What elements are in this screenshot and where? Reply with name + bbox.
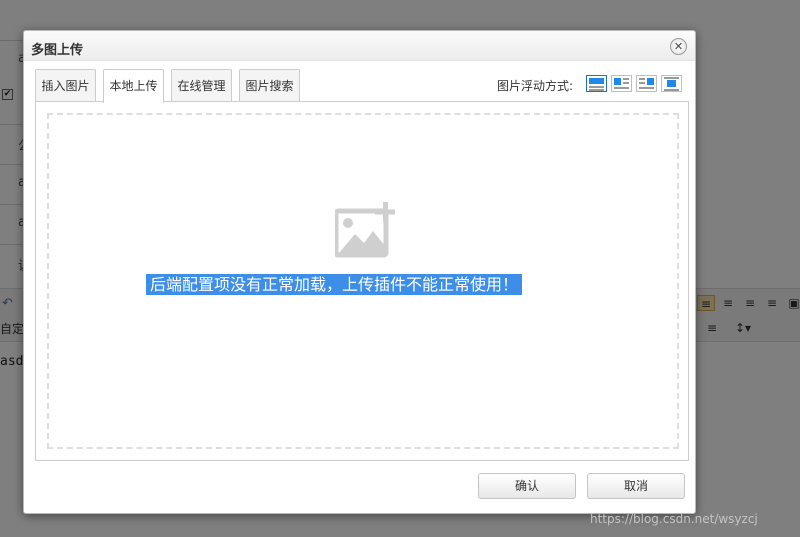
tab-image-search[interactable]: 图片搜索 — [239, 69, 300, 102]
dialog-titlebar[interactable]: 多图上传 ✕ — [24, 31, 695, 61]
tab-online-manage[interactable]: 在线管理 — [171, 69, 232, 102]
close-icon[interactable]: ✕ — [670, 38, 687, 55]
tab-local-upload[interactable]: 本地上传 — [103, 69, 164, 103]
upload-dropzone[interactable]: 后端配置项没有正常加载，上传插件不能正常使用！ — [47, 113, 679, 449]
backend-config-error-message: 后端配置项没有正常加载，上传插件不能正常使用！ — [146, 274, 523, 295]
float-left-icon[interactable] — [611, 75, 632, 92]
watermark: https://blog.csdn.net/wsyzcj — [590, 512, 758, 526]
image-float-label: 图片浮动方式: — [497, 79, 574, 93]
float-right-icon[interactable] — [636, 75, 657, 92]
add-image-icon — [335, 202, 395, 258]
tab-insert-image[interactable]: 插入图片 — [35, 69, 96, 102]
upload-panel: 后端配置项没有正常加载，上传插件不能正常使用！ — [35, 101, 689, 461]
cancel-button[interactable]: 取消 — [587, 473, 685, 499]
multi-image-upload-dialog: 多图上传 ✕ 插入图片 本地上传 在线管理 图片搜索 图片浮动方式: 后端配置项… — [23, 30, 696, 514]
dialog-title: 多图上传 — [31, 43, 84, 58]
confirm-button[interactable]: 确认 — [478, 473, 576, 499]
float-center-icon[interactable] — [661, 75, 682, 92]
float-none-icon[interactable] — [586, 75, 607, 92]
